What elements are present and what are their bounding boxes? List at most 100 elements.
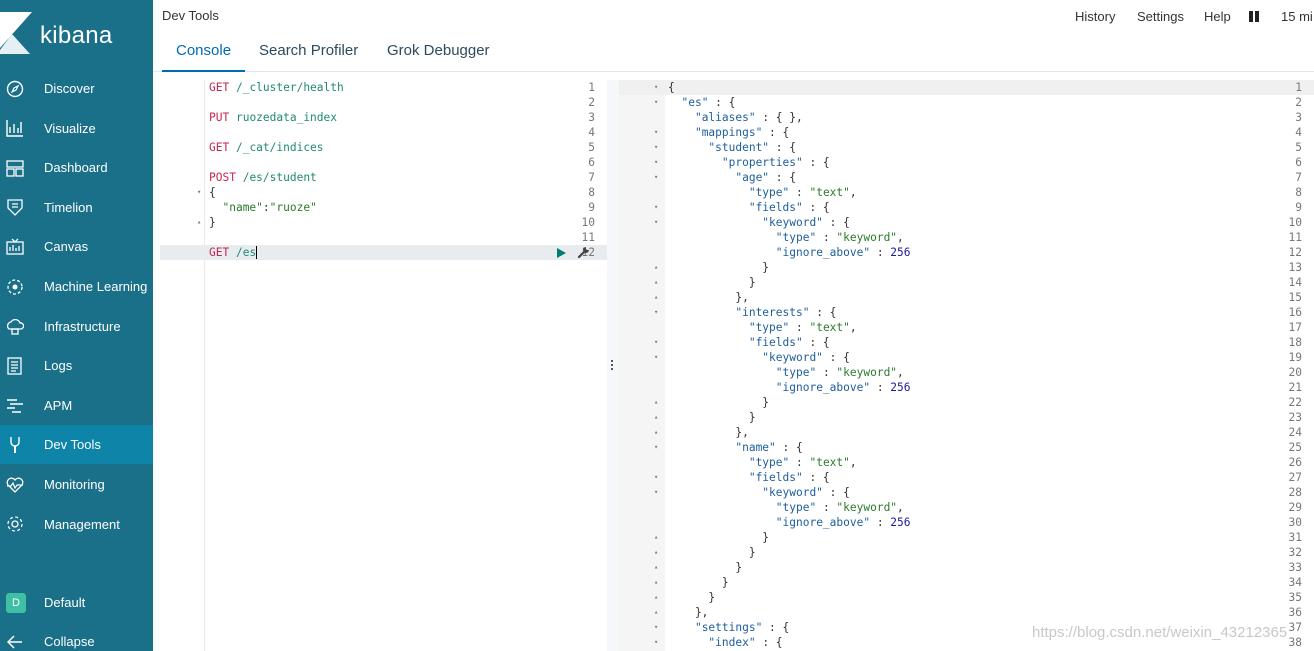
fold-toggle-icon[interactable]: ▴: [654, 425, 662, 440]
request-code: {: [209, 186, 216, 199]
fold-toggle-icon[interactable]: ▾: [654, 305, 662, 320]
fold-toggle-icon[interactable]: ▴: [654, 275, 662, 290]
sidebar-item-machine-learning[interactable]: Machine Learning: [0, 267, 153, 306]
tab-grok-debugger[interactable]: Grok Debugger: [373, 30, 504, 72]
response-code: "ignore_above" : 256: [775, 246, 911, 259]
line-number: 32: [1288, 546, 1302, 559]
fold-toggle-icon[interactable]: ▾: [654, 170, 662, 185]
sidebar-item-dev-tools[interactable]: Dev Tools: [0, 425, 153, 465]
sidebar-item-logs[interactable]: Logs: [0, 346, 153, 385]
line-number: 2: [1295, 96, 1302, 109]
sidebar-item-discover[interactable]: Discover: [0, 69, 153, 108]
response-line: 33 ▴ }: [619, 560, 1314, 575]
line-number: 5: [588, 141, 595, 154]
fold-toggle-icon[interactable]: ▴: [654, 260, 662, 275]
fold-toggle-icon[interactable]: ▾: [654, 620, 662, 635]
request-line: 9 "name":"ruoze": [160, 200, 607, 215]
fold-toggle-icon[interactable]: ▴: [654, 560, 662, 575]
fold-toggle-icon[interactable]: ▴: [197, 215, 205, 230]
sidebar-item-visualize[interactable]: Visualize: [0, 109, 153, 148]
pane-resizer[interactable]: [607, 80, 619, 651]
line-number: 9: [588, 201, 595, 214]
collapse-button[interactable]: Collapse: [0, 622, 153, 651]
line-number: 20: [1288, 366, 1302, 379]
line-number: 35: [1288, 591, 1302, 604]
time-picker[interactable]: 15 mi: [1281, 9, 1313, 24]
fold-toggle-icon[interactable]: ▾: [654, 95, 662, 110]
response-line: 27 ▾ "fields" : {: [619, 470, 1314, 485]
response-code: "settings" : {: [694, 621, 790, 634]
fold-toggle-icon[interactable]: ▾: [654, 200, 662, 215]
request-line: 5 GET /_cat/indices: [160, 140, 607, 155]
line-number: 30: [1288, 516, 1302, 529]
fold-toggle-icon[interactable]: ▴: [654, 410, 662, 425]
line-number: 3: [588, 111, 595, 124]
line-number: 18: [1288, 336, 1302, 349]
response-code: }: [668, 411, 756, 424]
sidebar-item-label: Visualize: [44, 120, 96, 136]
sidebar-item-monitoring[interactable]: Monitoring: [0, 465, 153, 504]
request-line: 2: [160, 95, 607, 110]
fold-toggle-icon[interactable]: ▴: [654, 530, 662, 545]
sidebar-item-dashboard[interactable]: Dashboard: [0, 148, 153, 187]
wrench-icon: [6, 436, 24, 454]
response-code: "student" : {: [708, 141, 796, 154]
pause-icon[interactable]: [1249, 11, 1259, 22]
request-code: GET /_cluster/health: [209, 81, 344, 94]
line-number: 8: [588, 186, 595, 199]
response-line: 8 "type" : "text",: [619, 185, 1314, 200]
history-link[interactable]: History: [1075, 9, 1115, 24]
fold-toggle-icon[interactable]: ▾: [654, 485, 662, 500]
fold-toggle-icon[interactable]: ▴: [654, 605, 662, 620]
sidebar-item-management[interactable]: Management: [0, 505, 153, 544]
response-code: "keyword" : {: [762, 216, 850, 229]
wrench-icon[interactable]: [577, 246, 590, 259]
response-line: 34 ▴ }: [619, 575, 1314, 590]
response-line: 7 ▾ "age" : {: [619, 170, 1314, 185]
fold-toggle-icon[interactable]: ▾: [654, 155, 662, 170]
sidebar-item-label: Dashboard: [44, 160, 108, 176]
sidebar-item-canvas[interactable]: Canvas: [0, 227, 153, 266]
response-code: "mappings" : {: [694, 126, 790, 139]
tab-search-profiler[interactable]: Search Profiler: [245, 30, 372, 72]
sidebar-item-infrastructure[interactable]: Infrastructure: [0, 307, 153, 346]
fold-toggle-icon[interactable]: ▾: [654, 140, 662, 155]
fold-toggle-icon[interactable]: ▴: [654, 590, 662, 605]
play-icon[interactable]: [557, 248, 566, 258]
sidebar-item-label: Logs: [44, 358, 73, 374]
line-number: 26: [1288, 456, 1302, 469]
sidebar-item-label: APM: [44, 397, 73, 413]
request-code: }: [209, 216, 216, 229]
fold-toggle-icon[interactable]: ▴: [654, 395, 662, 410]
help-link[interactable]: Help: [1204, 9, 1231, 24]
fold-toggle-icon[interactable]: ▾: [654, 80, 662, 95]
fold-toggle-icon[interactable]: ▾: [654, 635, 662, 650]
settings-link[interactable]: Settings: [1137, 9, 1184, 24]
fold-toggle-icon[interactable]: ▾: [197, 185, 205, 200]
fold-toggle-icon[interactable]: ▾: [654, 335, 662, 350]
logs-icon: [6, 357, 24, 375]
response-code: "age" : {: [735, 171, 796, 184]
response-line: 30 "ignore_above" : 256: [619, 515, 1314, 530]
kibana-logo-icon: [0, 12, 32, 54]
request-editor[interactable]: 1 GET /_cluster/health 2 3 PUT ruozedata_ind…: [160, 80, 607, 651]
timelion-icon: [6, 198, 24, 217]
fold-toggle-icon[interactable]: ▾: [654, 215, 662, 230]
sidebar-item-timelion[interactable]: Timelion: [0, 188, 153, 227]
fold-toggle-icon[interactable]: ▾: [654, 125, 662, 140]
fold-toggle-icon[interactable]: ▴: [654, 545, 662, 560]
response-editor[interactable]: 1 ▾{2 ▾ "es" : {3 "aliases" : { }, 4 ▾ "mapp…: [619, 80, 1314, 651]
tab-console[interactable]: Console: [162, 30, 246, 72]
fold-toggle-icon[interactable]: ▴: [654, 575, 662, 590]
response-code: "keyword" : {: [762, 351, 850, 364]
fold-toggle-icon[interactable]: ▾: [654, 470, 662, 485]
fold-toggle-icon[interactable]: ▾: [654, 350, 662, 365]
kibana-brand[interactable]: kibana: [0, 0, 153, 70]
fold-toggle-icon[interactable]: ▴: [654, 290, 662, 305]
fold-toggle-icon[interactable]: ▾: [654, 440, 662, 455]
response-line: 10 ▾ "keyword" : {: [619, 215, 1314, 230]
compass-icon: [6, 80, 24, 98]
sidebar-item-apm[interactable]: APM: [0, 386, 153, 425]
space-default[interactable]: D Default: [0, 583, 153, 622]
response-code: "ignore_above" : 256: [775, 516, 911, 529]
